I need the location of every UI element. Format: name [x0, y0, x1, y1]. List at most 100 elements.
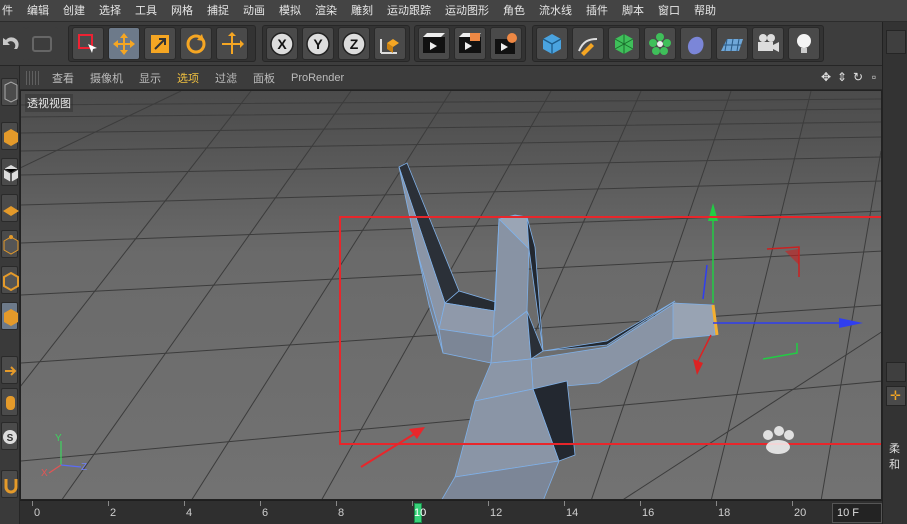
light-button[interactable] — [788, 27, 820, 60]
points-mode-button[interactable] — [1, 230, 19, 258]
move-tool-button[interactable] — [108, 27, 140, 60]
live-select-button[interactable] — [72, 27, 104, 60]
viewport-menu-item-0[interactable]: 查看 — [44, 70, 82, 86]
viewport-canvas: Y Z X — [21, 91, 881, 500]
menu-item-13[interactable]: 角色 — [496, 0, 532, 22]
menu-item-3[interactable]: 选择 — [92, 0, 128, 22]
menu-item-16[interactable]: 脚本 — [615, 0, 651, 22]
rotate-view-icon[interactable]: ↻ — [851, 70, 865, 84]
transform-icon — [222, 31, 244, 54]
world-coordinates-button[interactable] — [374, 27, 406, 60]
menu-item-17[interactable]: 窗口 — [651, 0, 687, 22]
camera-icon — [758, 33, 779, 52]
deformer-icon — [687, 36, 704, 54]
menu-item-6[interactable]: 捕捉 — [200, 0, 236, 22]
panel-grip[interactable] — [26, 70, 40, 85]
menu-item-10[interactable]: 雕刻 — [344, 0, 380, 22]
timeline[interactable]: 10 F 0 2 4 6 8 10 12 14 16 18 20 — [20, 500, 882, 524]
zoom-view-icon[interactable]: ⇕ — [835, 70, 849, 84]
pen-icon — [578, 37, 598, 56]
subdivision-icon — [614, 33, 634, 54]
perspective-viewport[interactable]: Y Z X 透视视图 — [20, 90, 882, 500]
menu-item-1[interactable]: 编辑 — [20, 0, 56, 22]
timeline-tick-mark — [716, 501, 717, 506]
current-frame-field[interactable]: 10 F — [832, 503, 882, 523]
viewport-menu-item-6[interactable]: ProRender — [283, 72, 352, 84]
timeline-tick-label: 10 — [414, 507, 427, 519]
viewport-menu-item-1[interactable]: 摄像机 — [82, 70, 131, 86]
pen-button[interactable] — [572, 27, 604, 60]
menu-item-5[interactable]: 网格 — [164, 0, 200, 22]
svg-text:S: S — [7, 433, 14, 444]
annotation-arrow — [360, 427, 425, 468]
cube-icon — [542, 33, 562, 54]
viewport-menu-item-5[interactable]: 面板 — [245, 70, 283, 86]
svg-text:X: X — [277, 36, 287, 52]
polygons-mode-icon — [4, 309, 18, 326]
menu-item-7[interactable]: 动画 — [236, 0, 272, 22]
render-picture-viewer-button[interactable] — [454, 27, 486, 60]
z-axis-icon: Z — [342, 31, 366, 56]
menu-item-4[interactable]: 工具 — [128, 0, 164, 22]
menu-item-15[interactable]: 插件 — [579, 0, 615, 22]
viewport-menu-item-2[interactable]: 显示 — [131, 70, 169, 86]
panel-tab-move[interactable]: ✛ — [886, 386, 906, 406]
y-axis-button[interactable]: Y — [302, 27, 334, 60]
x-axis-button[interactable]: X — [266, 27, 298, 60]
transform-tool-button[interactable] — [216, 27, 248, 60]
subdivision-button[interactable] — [608, 27, 640, 60]
svg-text:Y: Y — [313, 36, 323, 52]
menu-item-0[interactable]: 件 — [0, 0, 20, 22]
model-mode-icon — [4, 129, 18, 146]
render-view-button[interactable] — [418, 27, 450, 60]
make-editable-button[interactable] — [1, 78, 18, 106]
svg-text:X: X — [41, 468, 48, 479]
rotate-tool-button[interactable] — [180, 27, 212, 60]
menu-item-2[interactable]: 创建 — [56, 0, 92, 22]
cloner-button[interactable] — [644, 27, 676, 60]
menu-item-11[interactable]: 运动跟踪 — [380, 0, 438, 22]
locked-workplane-button[interactable] — [1, 470, 18, 498]
edges-mode-button[interactable] — [1, 266, 19, 294]
y-axis-icon: Y — [306, 31, 330, 56]
enable-axis-button[interactable] — [1, 356, 18, 384]
menu-item-14[interactable]: 流水线 — [532, 0, 579, 22]
snapping-button[interactable]: S — [1, 422, 18, 450]
timeline-tick-label: 2 — [110, 507, 117, 519]
viewport-menu-bar: 查看 摄像机 显示 选项 过滤 面板 ProRender — [20, 66, 882, 90]
move-view-icon[interactable]: ✥ — [819, 70, 833, 84]
polygons-mode-button[interactable] — [1, 302, 18, 330]
model-mode-button[interactable] — [1, 122, 18, 150]
viewport-menu-item-4[interactable]: 过滤 — [207, 70, 245, 86]
camera-button[interactable] — [752, 27, 784, 60]
timeline-tick-label: 4 — [186, 507, 193, 519]
undo-button[interactable] — [0, 27, 26, 60]
workplane-mode-button[interactable] — [1, 194, 19, 222]
render-settings-button[interactable] — [490, 27, 522, 60]
menu-item-9[interactable]: 渲染 — [308, 0, 344, 22]
floor-button[interactable] — [716, 27, 748, 60]
edges-mode-icon — [3, 271, 19, 292]
viewport-menu-item-3[interactable]: 选项 — [169, 70, 207, 86]
mouse-icon — [6, 396, 15, 410]
cube-button[interactable] — [536, 27, 568, 60]
scale-tool-button[interactable] — [144, 27, 176, 60]
menu-item-8[interactable]: 模拟 — [272, 0, 308, 22]
tweak-mode-button[interactable] — [1, 388, 18, 416]
panel-tab-top[interactable] — [886, 30, 906, 54]
toggle-view-icon[interactable]: ▫ — [867, 70, 881, 84]
panel-tab-mid[interactable] — [886, 362, 906, 382]
render-picture-viewer-icon — [459, 32, 481, 53]
spline-model[interactable] — [398, 162, 719, 500]
viewport-label: 透视视图 — [25, 94, 73, 112]
timeline-tick-mark — [564, 501, 565, 506]
redo-button[interactable] — [26, 27, 58, 60]
menu-item-18[interactable]: 帮助 — [687, 0, 723, 22]
deformer-button[interactable] — [680, 27, 712, 60]
texture-mode-button[interactable] — [1, 158, 19, 186]
transform-gizmo[interactable] — [693, 203, 863, 375]
right-side-panel: ✛ 柔和 — [882, 22, 907, 524]
menu-item-12[interactable]: 运动图形 — [438, 0, 496, 22]
move-small-icon: ✛ — [890, 388, 901, 403]
z-axis-button[interactable]: Z — [338, 27, 370, 60]
